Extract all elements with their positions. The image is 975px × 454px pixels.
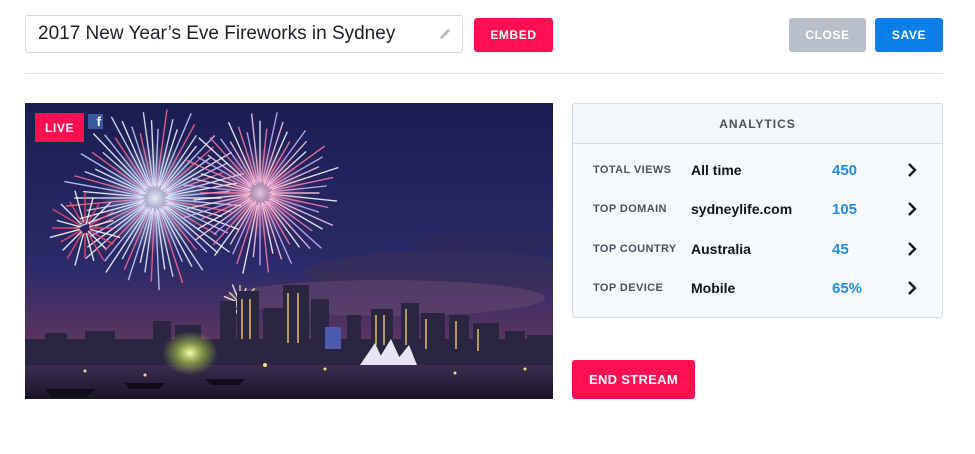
- chevron-right-icon[interactable]: [906, 162, 918, 178]
- row-value: Mobile: [691, 280, 736, 296]
- stream-title-text: 2017 New Year’s Eve Fireworks in Sydney: [38, 23, 396, 44]
- row-number: 450: [832, 161, 858, 179]
- chevron-right-icon[interactable]: [906, 280, 918, 296]
- row-value: sydneylife.com: [691, 201, 793, 217]
- header-divider: [25, 73, 943, 74]
- facebook-icon[interactable]: f: [88, 114, 103, 129]
- row-value: Australia: [691, 241, 751, 257]
- fireworks-video-frame: [25, 103, 553, 399]
- analytics-row-top-domain[interactable]: TOP DOMAIN sydneylife.com 105: [573, 199, 942, 219]
- stream-title-field[interactable]: 2017 New Year’s Eve Fireworks in Sydney: [25, 15, 463, 53]
- close-button[interactable]: CLOSE: [789, 18, 866, 52]
- analytics-row-top-device[interactable]: TOP DEVICE Mobile 65%: [573, 278, 942, 298]
- analytics-panel: ANALYTICS TOTAL VIEWS All time 450 TOP D…: [572, 103, 943, 318]
- live-video-player[interactable]: LIVE f: [25, 103, 553, 399]
- analytics-row-total-views[interactable]: TOTAL VIEWS All time 450: [573, 160, 942, 180]
- row-label: TOP DOMAIN: [593, 203, 667, 215]
- chevron-right-icon[interactable]: [906, 201, 918, 217]
- embed-button[interactable]: EMBED: [474, 18, 553, 52]
- row-number: 45: [832, 240, 849, 258]
- row-label: TOP DEVICE: [593, 282, 664, 294]
- save-button[interactable]: SAVE: [875, 18, 943, 52]
- row-label: TOTAL VIEWS: [593, 164, 672, 176]
- pencil-icon[interactable]: [438, 27, 452, 41]
- row-number: 105: [832, 200, 858, 218]
- live-badge: LIVE: [35, 113, 85, 142]
- row-label: TOP COUNTRY: [593, 243, 677, 255]
- end-stream-button[interactable]: END STREAM: [572, 360, 695, 399]
- chevron-right-icon[interactable]: [906, 241, 918, 257]
- analytics-row-top-country[interactable]: TOP COUNTRY Australia 45: [573, 239, 942, 259]
- analytics-title: ANALYTICS: [573, 104, 942, 144]
- row-number: 65%: [832, 279, 863, 297]
- row-value: All time: [691, 162, 742, 178]
